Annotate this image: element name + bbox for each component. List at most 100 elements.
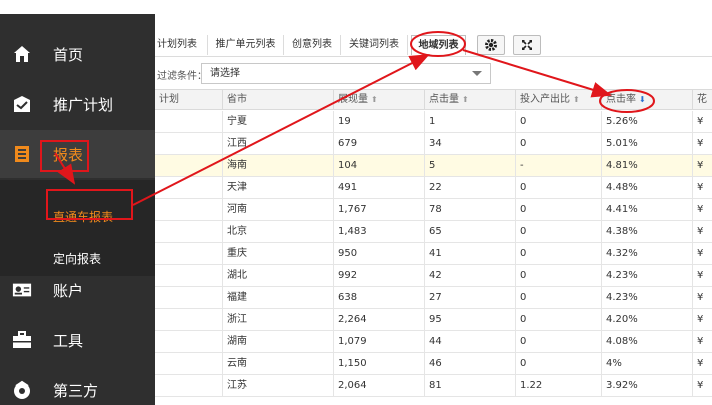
- cell-cost: ¥: [692, 177, 712, 199]
- column-header-roi[interactable]: 投入产出比 ⬆: [515, 90, 601, 110]
- cell-roi: 0: [515, 353, 601, 375]
- table-row[interactable]: 天津 491 22 0 4.48% ¥: [155, 177, 712, 199]
- filter-label: 过滤条件：: [157, 71, 207, 82]
- sidebar-item-label: 工具: [53, 331, 84, 350]
- cell-clicks: 65: [424, 221, 515, 243]
- cell-clicks: 34: [424, 133, 515, 155]
- toolbox-icon: [12, 330, 32, 350]
- cell-province: 江西: [222, 133, 333, 155]
- sidebar-item-label: 账户: [53, 281, 84, 300]
- table-row[interactable]: 浙江 2,264 95 0 4.20% ¥: [155, 309, 712, 331]
- report-submenu: 直通车报表 定向报表: [0, 180, 155, 276]
- table-row[interactable]: 重庆 950 41 0 4.32% ¥: [155, 243, 712, 265]
- cell-impressions: 1,767: [333, 199, 424, 221]
- sidebar-item-home[interactable]: 首页: [0, 30, 155, 78]
- cell-cost: ¥: [692, 155, 712, 177]
- cell-province: 北京: [222, 221, 333, 243]
- sidebar: 首页 推广计划 报表 直通车报表 定向报表 账户 工具 第三方: [0, 14, 155, 405]
- report-icon: [12, 144, 32, 164]
- table-row[interactable]: 湖南 1,079 44 0 4.08% ¥: [155, 331, 712, 353]
- cell-ctr: 3.92%: [601, 375, 692, 397]
- cell-roi: 0: [515, 309, 601, 331]
- tab-adgroup-list[interactable]: 推广单元列表: [208, 35, 284, 55]
- filter-select[interactable]: 请选择: [201, 63, 491, 84]
- column-header-province[interactable]: 省市: [222, 90, 333, 110]
- cell-impressions: 950: [333, 243, 424, 265]
- cell-impressions: 2,264: [333, 309, 424, 331]
- sort-icon: ⬆: [573, 95, 580, 104]
- tab-keyword-list[interactable]: 关键词列表: [341, 35, 408, 55]
- cell-roi: 0: [515, 331, 601, 353]
- cell-cost: ¥: [692, 353, 712, 375]
- cell-impressions: 638: [333, 287, 424, 309]
- table-row[interactable]: 湖北 992 42 0 4.23% ¥: [155, 265, 712, 287]
- column-header-ctr[interactable]: 点击率 ⬇: [601, 90, 692, 110]
- cell-cost: ¥: [692, 265, 712, 287]
- tab-campaign-list[interactable]: 计划列表: [155, 35, 208, 55]
- sidebar-item-third-party[interactable]: 第三方: [0, 366, 155, 405]
- cell-province: 重庆: [222, 243, 333, 265]
- account-icon: [12, 280, 32, 300]
- table-row[interactable]: 江西 679 34 0 5.01% ¥: [155, 133, 712, 155]
- table-row[interactable]: 云南 1,150 46 0 4% ¥: [155, 353, 712, 375]
- sidebar-item-account[interactable]: 账户: [0, 266, 155, 314]
- cell-plan: [155, 309, 222, 331]
- third-party-icon: [12, 380, 32, 400]
- column-header-impressions[interactable]: 展现量 ⬆: [333, 90, 424, 110]
- cell-clicks: 44: [424, 331, 515, 353]
- cell-province: 云南: [222, 353, 333, 375]
- cell-ctr: 4.48%: [601, 177, 692, 199]
- cell-province: 福建: [222, 287, 333, 309]
- table-row[interactable]: 宁夏 19 1 0 5.26% ¥: [155, 111, 712, 133]
- cell-plan: [155, 353, 222, 375]
- table-row[interactable]: 北京 1,483 65 0 4.38% ¥: [155, 221, 712, 243]
- column-header-plan[interactable]: 计划: [155, 90, 222, 110]
- sort-icon: ⬆: [462, 95, 469, 104]
- submenu-item-targeting-report[interactable]: 定向报表: [53, 250, 101, 267]
- submenu-item-ztc-report[interactable]: 直通车报表: [53, 208, 113, 225]
- sidebar-item-tools[interactable]: 工具: [0, 316, 155, 364]
- sidebar-item-label: 第三方: [53, 381, 99, 400]
- column-header-cost[interactable]: 花: [692, 90, 712, 110]
- table-row[interactable]: 江苏 2,064 81 1.22 3.92% ¥: [155, 375, 712, 397]
- sidebar-item-report[interactable]: 报表: [0, 130, 155, 178]
- cell-clicks: 81: [424, 375, 515, 397]
- cell-cost: ¥: [692, 199, 712, 221]
- sidebar-item-campaign[interactable]: 推广计划: [0, 80, 155, 128]
- cell-plan: [155, 265, 222, 287]
- sort-icon: ⬆: [371, 95, 378, 104]
- column-header-clicks[interactable]: 点击量 ⬆: [424, 90, 515, 110]
- cell-impressions: 491: [333, 177, 424, 199]
- cell-ctr: 4%: [601, 353, 692, 375]
- cell-ctr: 4.23%: [601, 287, 692, 309]
- table-header: 计划 省市 展现量 ⬆ 点击量 ⬆ 投入产出比 ⬆ 点击率 ⬇ 花: [155, 89, 712, 110]
- cell-roi: 0: [515, 133, 601, 155]
- cell-cost: ¥: [692, 221, 712, 243]
- cell-plan: [155, 375, 222, 397]
- cell-ctr: 4.08%: [601, 331, 692, 353]
- fullscreen-button[interactable]: [513, 35, 541, 55]
- cell-impressions: 19: [333, 111, 424, 133]
- settings-button[interactable]: [477, 35, 505, 55]
- tab-creative-list[interactable]: 创意列表: [284, 35, 341, 55]
- cell-ctr: 4.20%: [601, 309, 692, 331]
- cell-province: 天津: [222, 177, 333, 199]
- cell-plan: [155, 287, 222, 309]
- chevron-down-icon: [472, 71, 482, 76]
- cell-roi: 0: [515, 265, 601, 287]
- cell-plan: [155, 199, 222, 221]
- sidebar-item-label: 首页: [53, 45, 84, 64]
- table-row[interactable]: 福建 638 27 0 4.23% ¥: [155, 287, 712, 309]
- cell-clicks: 5: [424, 155, 515, 177]
- cell-clicks: 41: [424, 243, 515, 265]
- cell-plan: [155, 177, 222, 199]
- cell-clicks: 42: [424, 265, 515, 287]
- cell-plan: [155, 243, 222, 265]
- table-row[interactable]: 河南 1,767 78 0 4.41% ¥: [155, 199, 712, 221]
- cell-ctr: 4.81%: [601, 155, 692, 177]
- cell-province: 海南: [222, 155, 333, 177]
- table-row[interactable]: 海南 104 5-4.81% ¥: [155, 155, 712, 177]
- cell-province: 湖北: [222, 265, 333, 287]
- tab-region-list[interactable]: 地域列表: [411, 35, 466, 55]
- cell-roi: 0: [515, 287, 601, 309]
